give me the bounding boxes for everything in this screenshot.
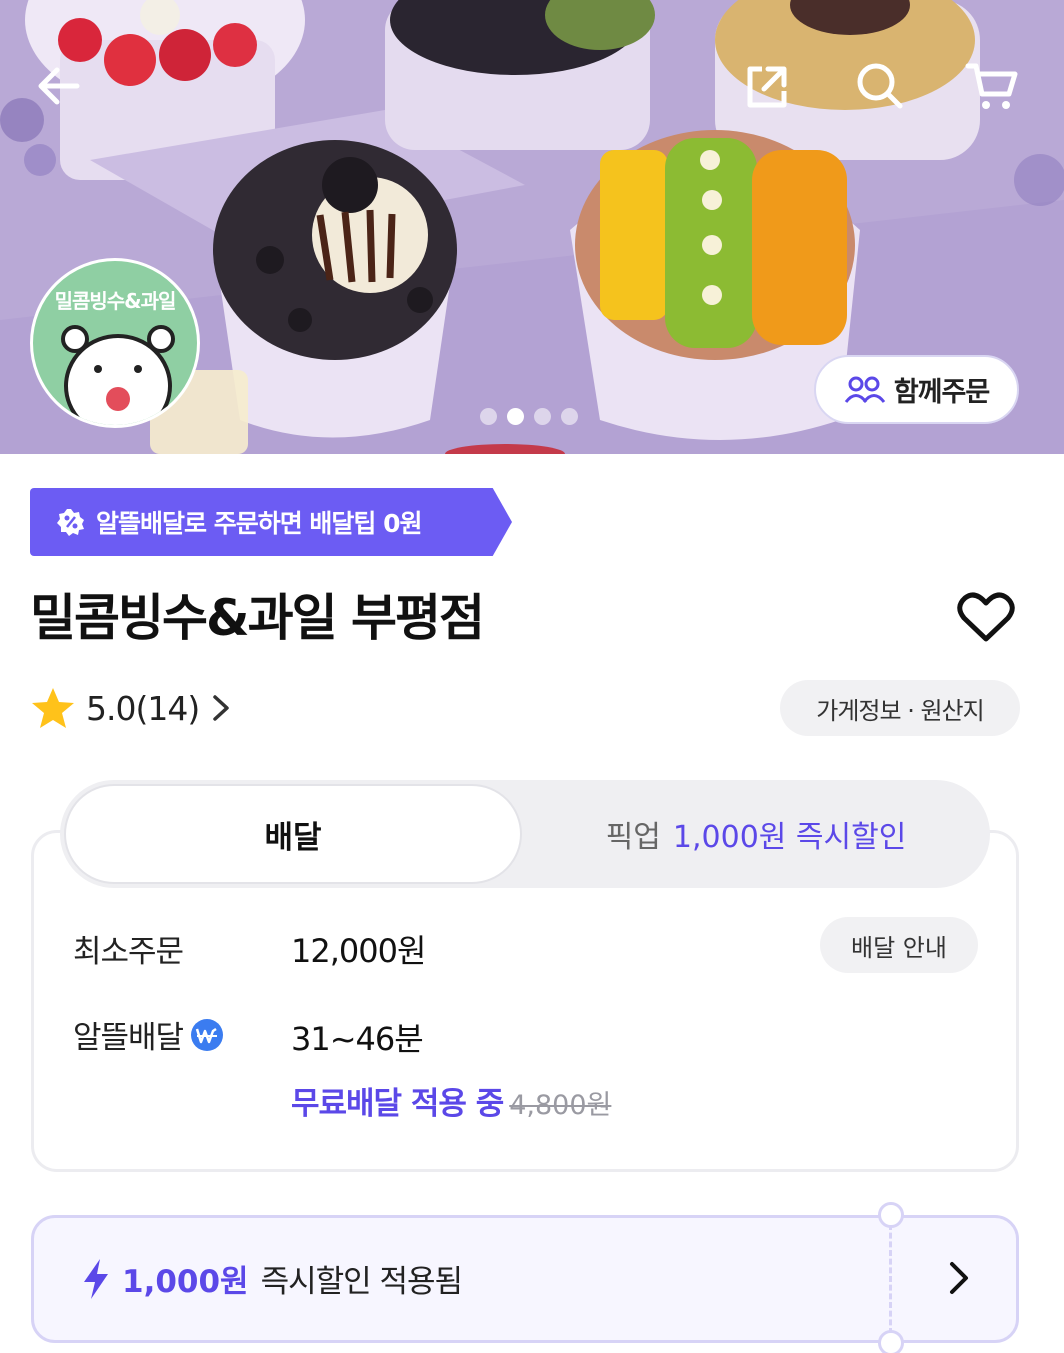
min-order-value: 12,000원	[291, 932, 426, 970]
store-info-button[interactable]: 가게정보 · 원산지	[780, 680, 1020, 736]
store-logo: 밀콤빙수&과일	[30, 258, 200, 428]
coupon-content: 1,000원 즉시할인 적용됨	[82, 1256, 463, 1301]
chevron-right-icon	[950, 1262, 968, 1294]
group-order-button[interactable]: 함께주문	[814, 355, 1019, 424]
tab-delivery[interactable]: 배달	[64, 784, 522, 884]
people-icon	[844, 376, 886, 403]
carousel-dot[interactable]	[561, 408, 578, 425]
coupon-text: 즉시할인 적용됨	[260, 1264, 463, 1300]
free-delivery-line: 무료배달 적용 중 4,800원	[291, 1078, 611, 1123]
arrow-left-icon	[38, 67, 80, 105]
rating-link[interactable]: 5.0(14)	[30, 686, 233, 730]
saver-delivery-time: 31~46분	[291, 1020, 424, 1058]
bear-icon	[61, 325, 175, 425]
chevron-right-icon	[213, 695, 229, 721]
order-type-tabs: 배달 픽업 1,000원 즉시할인	[60, 780, 990, 888]
coupon-divider	[889, 1224, 892, 1334]
discount-badge-icon	[57, 509, 84, 536]
cart-button[interactable]	[960, 54, 1024, 118]
won-coin-icon	[191, 1018, 224, 1051]
carousel-dot-active[interactable]	[507, 408, 524, 425]
saver-delivery-label-group: 알뜰배달	[73, 1012, 225, 1057]
promo-text: 알뜰배달로 주문하면 배달팁 0원	[96, 509, 423, 538]
heart-icon	[957, 592, 1015, 642]
hero-image: 밀콤빙수&과일 함께주문	[0, 0, 1064, 454]
back-button[interactable]	[26, 54, 90, 118]
search-icon	[857, 63, 903, 109]
group-order-label: 함께주문	[893, 377, 990, 408]
rating-value: 5.0(14)	[86, 688, 200, 728]
instant-discount-coupon[interactable]: 1,000원 즉시할인 적용됨	[31, 1202, 1019, 1353]
lightning-icon	[84, 1258, 108, 1299]
coupon-notch-top	[878, 1202, 904, 1228]
delivery-guide-button[interactable]: 배달 안내	[820, 917, 978, 973]
cart-icon	[965, 63, 1018, 109]
tab-pickup-discount: 1,000원 즉시할인	[672, 820, 907, 855]
carousel-dot[interactable]	[480, 408, 497, 425]
carousel-dot[interactable]	[534, 408, 551, 425]
promo-banner: 알뜰배달로 주문하면 배달팁 0원	[30, 488, 512, 556]
share-icon	[747, 66, 787, 108]
free-delivery-label: 무료배달 적용 중	[291, 1086, 504, 1122]
star-icon	[32, 688, 74, 728]
store-name: 밀콤빙수&과일 부평점	[30, 589, 485, 647]
original-delivery-fee: 4,800원	[509, 1090, 612, 1121]
coupon-notch-bottom	[878, 1330, 904, 1353]
favorite-button[interactable]	[952, 586, 1020, 648]
tab-pickup-label: 픽업	[605, 820, 661, 855]
carousel-indicator	[480, 408, 578, 425]
saver-delivery-label: 알뜰배달	[73, 1020, 184, 1056]
coupon-amount: 1,000원	[122, 1264, 249, 1300]
tab-pickup[interactable]: 픽업 1,000원 즉시할인	[526, 784, 986, 884]
share-button[interactable]	[735, 54, 799, 118]
search-button[interactable]	[848, 54, 912, 118]
min-order-label: 최소주문	[73, 934, 184, 970]
